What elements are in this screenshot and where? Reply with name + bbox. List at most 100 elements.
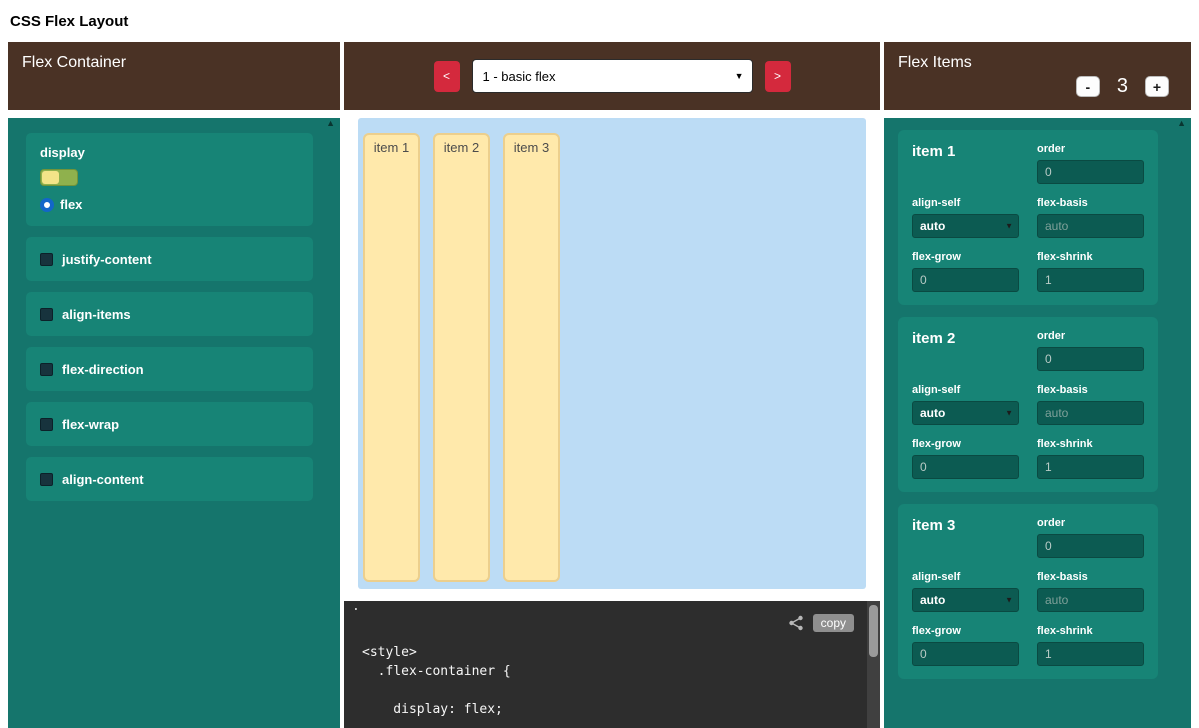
item-1-flex-grow-field: flex-grow <box>912 251 1019 292</box>
align-content-label: align-content <box>62 472 144 487</box>
property-card-flex-wrap[interactable]: flex-wrap <box>26 402 313 446</box>
property-card-flex-direction[interactable]: flex-direction <box>26 347 313 391</box>
flex-shrink-label: flex-shrink <box>1037 438 1144 450</box>
item-2-order-field: order <box>1037 330 1144 371</box>
flex-grow-label: flex-grow <box>912 438 1019 450</box>
item-count-controls: - 3 + <box>898 75 1177 98</box>
display-flex-radio-label: flex <box>60 197 82 212</box>
item-3-title-cell: item 3 <box>912 517 1019 558</box>
display-toggle[interactable] <box>40 169 78 186</box>
flex-container-panel-header: Flex Container <box>8 42 340 110</box>
item-card-1: item 1 order align-self auto <box>898 130 1158 305</box>
property-card-align-items[interactable]: align-items <box>26 292 313 336</box>
flex-container-panel-title: Flex Container <box>22 54 126 71</box>
scroll-up-icon[interactable]: ▲ <box>326 119 335 128</box>
code-line-4: display: flex; <box>362 702 503 717</box>
align-self-label: align-self <box>912 571 1019 583</box>
item-2-flex-grow-field: flex-grow <box>912 438 1019 479</box>
item-1-align-self-wrap: auto <box>912 214 1019 238</box>
page-header: CSS Flex Layout <box>0 0 1199 42</box>
item-1-align-self-select[interactable]: auto <box>912 214 1019 238</box>
flex-direction-label: flex-direction <box>62 362 144 377</box>
item-2-flex-shrink-input[interactable] <box>1037 455 1144 479</box>
display-toggle-knob-icon <box>42 171 59 184</box>
order-label: order <box>1037 143 1144 155</box>
remove-item-button[interactable]: - <box>1076 76 1100 97</box>
item-2-order-input[interactable] <box>1037 347 1144 371</box>
main-layout: Flex Container ▲ display flex justify-co… <box>0 42 1199 728</box>
flex-grow-label: flex-grow <box>912 251 1019 263</box>
item-3-title: item 3 <box>912 517 955 534</box>
item-1-flex-shrink-field: flex-shrink <box>1037 251 1144 292</box>
page-title: CSS Flex Layout <box>10 13 128 30</box>
order-label: order <box>1037 517 1144 529</box>
flex-container-panel: Flex Container ▲ display flex justify-co… <box>8 42 340 728</box>
item-3-flex-shrink-input[interactable] <box>1037 642 1144 666</box>
item-3-grid: item 3 order align-self auto <box>912 517 1144 666</box>
flex-wrap-checkbox[interactable] <box>40 418 53 431</box>
code-line-2: .flex-container { <box>362 664 511 679</box>
item-2-align-self-field: align-self auto <box>912 384 1019 425</box>
property-card-justify-content[interactable]: justify-content <box>26 237 313 281</box>
item-3-order-input[interactable] <box>1037 534 1144 558</box>
flex-container-panel-body: ▲ display flex justify-content align-ite… <box>8 118 340 728</box>
align-content-checkbox[interactable] <box>40 473 53 486</box>
preview-panel: < 1 - basic flex > item 1 item 2 item 3 … <box>344 42 880 728</box>
align-self-label: align-self <box>912 197 1019 209</box>
item-3-flex-grow-field: flex-grow <box>912 625 1019 666</box>
scroll-up-icon[interactable]: ▲ <box>1177 119 1186 128</box>
item-1-flex-basis-input[interactable] <box>1037 214 1144 238</box>
item-3-flex-grow-input[interactable] <box>912 642 1019 666</box>
flex-items-panel-title: Flex Items <box>898 54 1177 72</box>
property-card-align-content[interactable]: align-content <box>26 457 313 501</box>
item-1-flex-shrink-input[interactable] <box>1037 268 1144 292</box>
item-2-grid: item 2 order align-self auto <box>912 330 1144 479</box>
item-2-title: item 2 <box>912 330 955 347</box>
order-label: order <box>1037 330 1144 342</box>
item-3-flex-basis-input[interactable] <box>1037 588 1144 612</box>
display-flex-radio[interactable]: flex <box>40 197 299 212</box>
item-3-align-self-field: align-self auto <box>912 571 1019 612</box>
example-toolbar: < 1 - basic flex > <box>344 42 880 110</box>
playground-item-3: item 3 <box>503 133 560 582</box>
item-1-flex-grow-input[interactable] <box>912 268 1019 292</box>
item-2-flex-basis-field: flex-basis <box>1037 384 1144 425</box>
flex-wrap-label: flex-wrap <box>62 417 119 432</box>
align-self-label: align-self <box>912 384 1019 396</box>
flex-items-panel-header: Flex Items - 3 + <box>884 42 1191 110</box>
flex-basis-label: flex-basis <box>1037 384 1144 396</box>
item-3-align-self-select[interactable]: auto <box>912 588 1019 612</box>
code-cursor-dot: . <box>352 601 360 614</box>
item-1-order-input[interactable] <box>1037 160 1144 184</box>
item-count: 3 <box>1117 75 1128 98</box>
justify-content-checkbox[interactable] <box>40 253 53 266</box>
code-scrollbar[interactable] <box>867 601 880 728</box>
example-select-wrap: 1 - basic flex <box>472 59 753 93</box>
justify-content-label: justify-content <box>62 252 152 267</box>
item-2-align-self-select[interactable]: auto <box>912 401 1019 425</box>
item-2-flex-grow-input[interactable] <box>912 455 1019 479</box>
item-3-order-field: order <box>1037 517 1144 558</box>
code-line-1: <style> <box>362 645 417 660</box>
item-2-flex-shrink-field: flex-shrink <box>1037 438 1144 479</box>
copy-button[interactable]: copy <box>813 614 854 632</box>
align-items-checkbox[interactable] <box>40 308 53 321</box>
item-1-flex-basis-field: flex-basis <box>1037 197 1144 238</box>
code-toolbar: copy <box>788 614 854 632</box>
add-item-button[interactable]: + <box>1145 76 1169 97</box>
item-3-flex-basis-field: flex-basis <box>1037 571 1144 612</box>
next-example-button[interactable]: > <box>765 61 791 92</box>
flex-shrink-label: flex-shrink <box>1037 625 1144 637</box>
item-2-flex-basis-input[interactable] <box>1037 401 1144 425</box>
flex-items-panel-body: ▲ item 1 order align-self au <box>884 118 1191 728</box>
example-select[interactable]: 1 - basic flex <box>472 59 753 93</box>
share-icon[interactable] <box>788 615 804 631</box>
display-card: display flex <box>26 133 313 226</box>
code-scrollbar-thumb[interactable] <box>869 605 878 657</box>
prev-example-button[interactable]: < <box>434 61 460 92</box>
flex-direction-checkbox[interactable] <box>40 363 53 376</box>
item-2-title-cell: item 2 <box>912 330 1019 371</box>
item-1-title: item 1 <box>912 143 955 160</box>
radio-selected-icon <box>40 198 54 212</box>
item-3-flex-shrink-field: flex-shrink <box>1037 625 1144 666</box>
